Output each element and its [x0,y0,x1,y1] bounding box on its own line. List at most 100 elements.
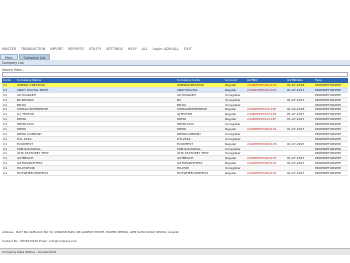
table-cell: FABULOUSWALL [177,146,201,151]
table-cell: ANKITDIGITAL [177,87,198,92]
table-cell: 01-04-2018 [287,107,305,112]
table-cell: DEMO [17,127,27,131]
table-cell: C1 [3,97,8,102]
table-cell: DEMO [177,127,187,131]
table-cell: G J TEXTILE [17,112,35,117]
table-cell: GSTSEARCHTEST [177,161,203,166]
table-row[interactable]: C1 HOTWHEELSERTEOIL HOTWHEELSERTEOIL Regula… [2,171,348,176]
table-cell: CHIRAG ENTERPRISE [17,107,49,112]
table-cell: PROPRIETORSHIP [315,97,342,102]
table-cell: 24ABHPP6390Q1ZS [247,83,277,87]
menu-item-transaction[interactable]: TRANSACTION [21,47,45,51]
table-cell: 24ABHPP6390Q1Z1 [247,171,277,175]
table-cell [246,166,286,170]
search-input[interactable] [2,72,348,77]
table-cell: DEMO1234 [177,122,194,127]
table-cell: GITA TAXTOREY TEST [177,151,209,156]
table-cell: DEMO COMPANY [17,131,42,136]
table-cell: PROPRIETORSHIP [315,166,342,171]
table-cell: Regular [225,141,237,146]
table-cell: 24ABHPP6390Q1Z1 [247,156,277,161]
table-cell: HILLTOP [177,166,190,171]
table-cell: C1 [3,161,8,166]
menu-bar: MASTER TRANSACTION IMPORT REPORTS UTILITY SET… [0,44,350,54]
table-cell: DEMO1234 [17,122,34,127]
table-cell [246,103,286,107]
table-cell: Unregister [225,92,241,97]
table-cell: BHAVI [177,102,187,107]
table-cell: 01-07-2017 [287,117,305,122]
table-cell [286,93,314,97]
table-cell: C1 [3,151,8,156]
menu-item-login-adm-all[interactable]: Login: ADM-ALL [153,47,179,51]
menu-item-reports[interactable]: REPORTS [68,47,84,51]
table-cell: Unregister [225,97,241,102]
table-cell: PROPRIETORSHIP [315,156,342,161]
table-cell: AMBIKACREATION [177,83,204,87]
table-cell: Regular [225,87,237,92]
footer-contact: Contact No : 9876543210 Email : info@com… [2,239,77,243]
table-cell: AUTOGRAPH [17,92,36,97]
table-cell [246,137,286,141]
table-cell: Unregister [225,166,241,171]
table-cell: 01-07-2017 [287,171,305,175]
table-cell: 24ABKPP6390Q1Z0 [247,87,277,92]
table-cell: C1 [3,92,8,97]
menu-item-settings[interactable]: SETTINGS [106,47,123,51]
table-cell: CHIRAGENTERPRISE [177,107,208,112]
table-cell: GSTBEACH [17,156,34,161]
table-cell: Regular [225,156,237,161]
table-cell: PROPRIETORSHIP [315,131,342,136]
table-cell: PROPRIETORSHIP [315,136,342,141]
company-list-bar: Company List [0,60,350,66]
table-cell: BHAVI [17,102,27,107]
table-cell: 01-07-2017 [287,156,305,161]
table-cell: Unregister [225,122,241,127]
table-cell: AUTOGRAPH [177,92,196,97]
menu-item-import[interactable]: IMPORT [50,47,63,51]
table-cell: C1 [3,83,8,87]
table-cell: PROPRIETORSHIP [315,107,342,112]
table-cell: GJTEXTILE [177,112,193,117]
table-cell: Unregister [225,136,241,141]
menu-item-master[interactable]: MASTER [2,47,16,51]
table-cell: Regular [225,112,237,117]
table-cell: C1 [3,141,8,146]
table-cell: PROPRIETORSHIP [315,141,342,146]
table-cell [286,147,314,151]
table-cell: C1 [3,127,8,131]
table-cell: PROPRIETORSHIP [315,161,342,166]
table-cell: C1 [3,122,8,127]
menu-item-exit[interactable]: EXIT [184,47,192,51]
table-cell: C1 [3,117,8,122]
table-cell [246,122,286,126]
table-cell [286,151,314,155]
table-cell: FABULOUSWALL [17,146,41,151]
table-cell [286,103,314,107]
menu-item-utility[interactable]: UTILITY [89,47,102,51]
table-cell: PROPRIETORSHIP [315,117,342,122]
table-cell: C1 [3,102,8,107]
table-cell: 01-07-2017 [287,112,305,117]
table-cell: DEMO [17,117,27,122]
table-cell: ANKIT DIGITAL PRINT [17,87,49,92]
table-cell: BS BHARAT [17,97,34,102]
table-cell: GSTBEACH [177,156,194,161]
table-cell: PROPRIETORSHIP [315,146,342,151]
menu-item-all[interactable]: ALL [142,47,148,51]
status-bar: Company Data Status : Unrestricted [0,248,350,255]
table-cell: C1 [3,131,8,136]
table-cell: C1 [3,107,8,112]
footer-address: Address : PLOT NO 22/BLOCK NO 30, SUNRIS… [2,230,179,234]
menu-item-help[interactable]: HELP [128,47,137,51]
table-cell: GITA TAXTOREY TEST [17,151,49,156]
table-cell: PROPRIETORSHIP [315,92,342,97]
table-cell: 01-07-2017 [287,141,305,146]
table-cell: C1 [3,166,8,171]
table-cell [286,166,314,170]
table-cell: PROPRIETORSHIP [315,112,342,117]
table-cell: PROPRIETORSHIP [315,102,342,107]
table-cell: ECONTEST [177,141,194,146]
table-cell: Regular [225,107,237,112]
table-cell [246,147,286,151]
